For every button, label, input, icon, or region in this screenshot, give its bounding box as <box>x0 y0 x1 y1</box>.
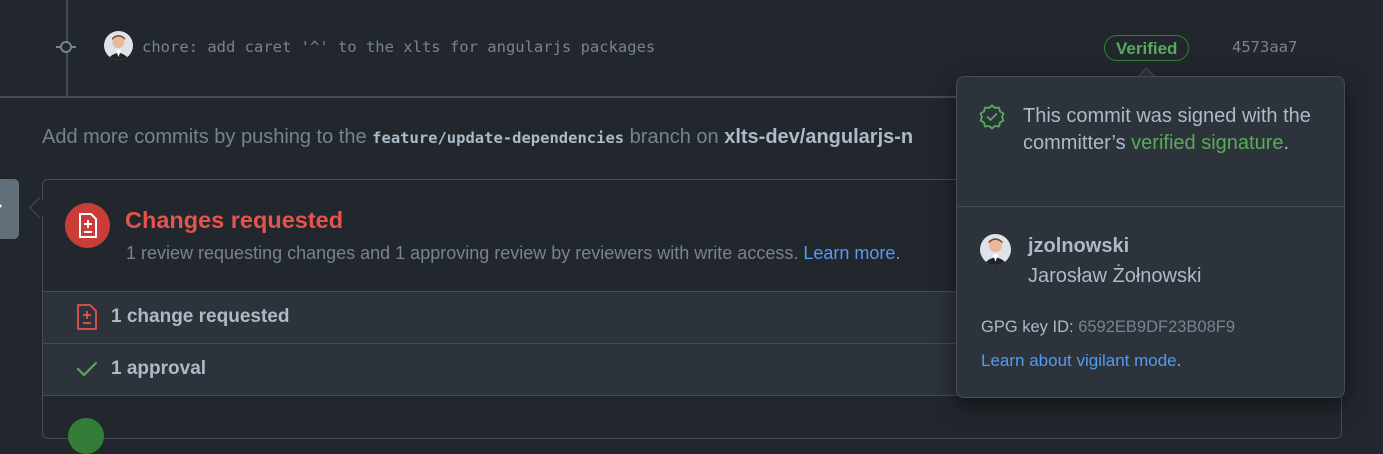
file-diff-icon <box>65 203 110 248</box>
gpg-key-value: 6592EB9DF23B08F9 <box>1078 318 1236 336</box>
signature-description: This commit was signed with the committe… <box>1023 103 1323 157</box>
signer-avatar[interactable] <box>980 234 1011 265</box>
file-diff-icon <box>77 304 97 330</box>
verified-shield-icon <box>979 104 1005 130</box>
divider <box>957 206 1344 207</box>
vigilant-mode-link[interactable]: Learn about vigilant mode <box>981 351 1177 370</box>
commit-sha-link[interactable]: 4573aa7 <box>1232 38 1297 56</box>
change-requested-label: 1 change requested <box>111 306 290 327</box>
push-hint-middle: branch on <box>624 126 725 148</box>
verified-badge[interactable]: Verified <box>1104 35 1190 61</box>
signature-suffix: . <box>1283 132 1290 154</box>
side-tab-glyph: › <box>0 197 2 215</box>
merge-status-icon <box>68 418 104 454</box>
verified-signature-link[interactable]: verified signature <box>1131 132 1283 154</box>
git-commit-icon <box>56 41 76 53</box>
vigilant-suffix: . <box>1176 351 1182 370</box>
signature-popover: This commit was signed with the committe… <box>956 76 1345 398</box>
gpg-key-label: GPG key ID: <box>981 318 1079 336</box>
commit-message-link[interactable]: chore: add caret '^' to the xlts for ang… <box>142 38 655 56</box>
signer-login[interactable]: jzolnowski <box>1028 235 1129 258</box>
check-icon <box>76 361 98 377</box>
push-hint-prefix: Add more commits by pushing to the <box>42 126 373 148</box>
push-hint: Add more commits by pushing to the featu… <box>42 126 913 149</box>
learn-more-link[interactable]: Learn more. <box>803 243 900 263</box>
approval-label: 1 approval <box>111 358 207 379</box>
gpg-key-id: GPG key ID: 6592EB9DF23B08F9 <box>981 318 1235 337</box>
branch-name: feature/update-dependencies <box>372 129 625 147</box>
side-tab[interactable]: › <box>0 179 19 239</box>
merge-status-subtitle: 1 review requesting changes and 1 approv… <box>126 243 900 264</box>
signer-full-name: Jarosław Żołnowski <box>1028 265 1202 287</box>
repo-name[interactable]: xlts-dev/angularjs-n <box>724 126 913 148</box>
merge-status-title: Changes requested <box>125 207 344 233</box>
commit-author-avatar[interactable] <box>104 31 133 60</box>
vigilant-mode: Learn about vigilant mode. <box>981 351 1181 371</box>
merge-status-subtitle-text: 1 review requesting changes and 1 approv… <box>126 243 799 263</box>
